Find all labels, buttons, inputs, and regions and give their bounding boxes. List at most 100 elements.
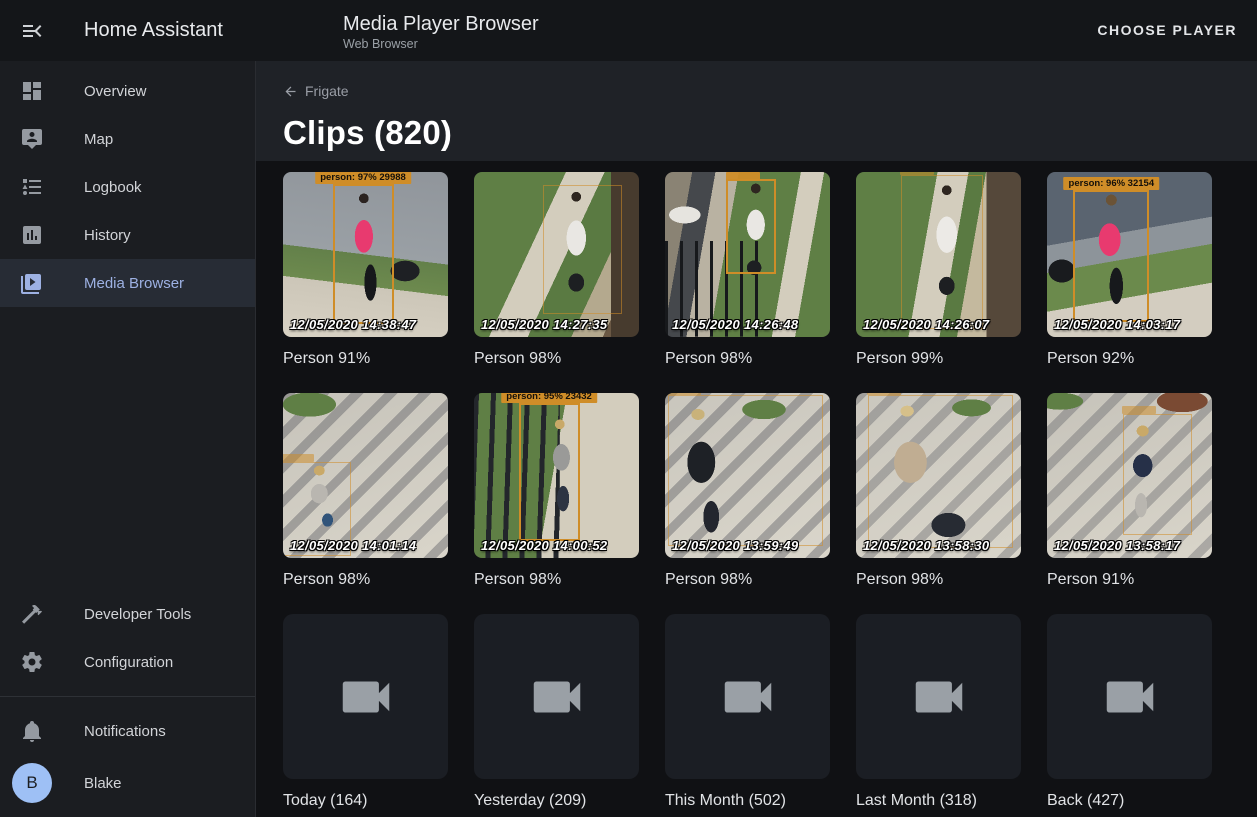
clips-grid: person: 97% 29988 12/05/2020 14:38:47 Pe…: [283, 172, 1212, 590]
topbar-left: Home Assistant: [0, 19, 256, 43]
folder-card-yesterday[interactable]: Yesterday (209): [474, 614, 639, 811]
clip-thumbnail: 12/05/2020 13:59:49: [665, 393, 830, 558]
clip-card[interactable]: 12/05/2020 13:59:49 Person 98%: [665, 393, 830, 590]
clip-card[interactable]: person: 96% 32154 12/05/2020 14:03:17 Pe…: [1047, 172, 1212, 369]
gear-icon: [20, 650, 44, 674]
bell-icon: [20, 719, 44, 743]
clip-timestamp: 12/05/2020 14:27:35: [481, 317, 607, 332]
folder-thumbnail: [665, 614, 830, 779]
hammer-icon: [20, 602, 44, 626]
sidebar-item-notifications[interactable]: Notifications: [0, 707, 255, 755]
clip-caption: Person 98%: [856, 570, 1021, 590]
clip-card[interactable]: 12/05/2020 13:58:30 Person 98%: [856, 393, 1021, 590]
video-icon: [526, 666, 588, 728]
sidebar-item-label: Configuration: [84, 654, 173, 671]
clip-thumbnail: 12/05/2020 14:27:35: [474, 172, 639, 337]
clip-timestamp: 12/05/2020 14:26:07: [863, 317, 989, 332]
main-content: Frigate Clips (820) person: 97% 29988 12…: [256, 61, 1257, 817]
detection-label-small: [867, 393, 901, 395]
sidebar-toggle-button[interactable]: [20, 19, 44, 43]
sidebar-item-label: Map: [84, 131, 113, 148]
arrow-left-icon: [283, 84, 298, 99]
clip-caption: Person 91%: [1047, 570, 1212, 590]
detection-label-small: [1122, 406, 1156, 414]
detection-label-small: [667, 393, 701, 395]
detection-bbox: [726, 179, 776, 275]
page-heading: Clips (820): [283, 114, 1229, 152]
sidebar-item-label: Media Browser: [84, 275, 184, 292]
detection-bbox: person: 95% 23432: [519, 403, 580, 542]
sidebar-spacer: [0, 307, 255, 590]
folder-card-today[interactable]: Today (164): [283, 614, 448, 811]
clip-card[interactable]: person: 97% 29988 12/05/2020 14:38:47 Pe…: [283, 172, 448, 369]
video-icon: [335, 666, 397, 728]
avatar: B: [12, 763, 52, 803]
clip-timestamp: 12/05/2020 14:38:47: [290, 317, 416, 332]
sidebar-item-label: Notifications: [84, 723, 166, 740]
detection-bbox: person: 96% 32154: [1073, 190, 1149, 322]
top-bar: Home Assistant Media Player Browser Web …: [0, 0, 1257, 61]
clip-caption: Person 91%: [283, 349, 448, 369]
folders-grid: Today (164) Yesterday (209) This Month (…: [283, 614, 1212, 811]
clip-timestamp: 12/05/2020 13:58:17: [1054, 538, 1180, 553]
sidebar-item-configuration[interactable]: Configuration: [0, 638, 255, 686]
play-box-multiple-icon: [20, 271, 44, 295]
sidebar-item-map[interactable]: Map: [0, 115, 255, 163]
sidebar: Overview Map Logbook History: [0, 61, 256, 817]
app-title: Home Assistant: [84, 19, 223, 42]
video-icon: [717, 666, 779, 728]
sidebar-item-history[interactable]: History: [0, 211, 255, 259]
folder-card-back[interactable]: Back (427): [1047, 614, 1212, 811]
sidebar-item-user[interactable]: B Blake: [0, 755, 255, 811]
topbar-right: CHOOSE PLAYER: [1097, 22, 1257, 40]
detection-bbox: [901, 175, 984, 328]
clip-timestamp: 12/05/2020 14:01:14: [290, 538, 416, 553]
clip-caption: Person 98%: [283, 570, 448, 590]
detection-bbox: [1123, 414, 1192, 534]
folder-card-this-month[interactable]: This Month (502): [665, 614, 830, 811]
content-header: Frigate Clips (820): [256, 61, 1257, 161]
breadcrumb-frigate[interactable]: Frigate: [283, 83, 349, 99]
folder-label: Yesterday (209): [474, 791, 639, 811]
clip-timestamp: 12/05/2020 14:00:52: [481, 538, 607, 553]
page-subtitle: Web Browser: [343, 36, 539, 52]
clip-thumbnail: 12/05/2020 14:01:14: [283, 393, 448, 558]
clip-thumbnail: 12/05/2020 14:26:48: [665, 172, 830, 337]
clip-thumbnail: person: 97% 29988 12/05/2020 14:38:47: [283, 172, 448, 337]
folder-card-last-month[interactable]: Last Month (318): [856, 614, 1021, 811]
clips-area: person: 97% 29988 12/05/2020 14:38:47 Pe…: [256, 161, 1257, 817]
detection-label: person: 97% 29988: [315, 172, 411, 184]
clip-thumbnail: person: 96% 32154 12/05/2020 14:03:17: [1047, 172, 1212, 337]
detection-label-small: [900, 172, 934, 175]
folder-thumbnail: [1047, 614, 1212, 779]
choose-player-button[interactable]: CHOOSE PLAYER: [1097, 22, 1237, 38]
person-tooltip-icon: [20, 127, 44, 151]
folder-thumbnail: [283, 614, 448, 779]
list-bulleted-icon: [20, 175, 44, 199]
clip-card[interactable]: 12/05/2020 14:01:14 Person 98%: [283, 393, 448, 590]
clip-timestamp: 12/05/2020 14:03:17: [1054, 317, 1180, 332]
sidebar-item-label: History: [84, 227, 131, 244]
folder-thumbnail: [474, 614, 639, 779]
folder-label: Back (427): [1047, 791, 1212, 811]
sidebar-item-media-browser[interactable]: Media Browser: [0, 259, 255, 307]
clip-card[interactable]: 12/05/2020 14:26:07 Person 99%: [856, 172, 1021, 369]
home-assistant-app: Home Assistant Media Player Browser Web …: [0, 0, 1257, 817]
clip-card[interactable]: 12/05/2020 14:27:35 Person 98%: [474, 172, 639, 369]
clip-card[interactable]: 12/05/2020 14:26:48 Person 98%: [665, 172, 830, 369]
user-name: Blake: [84, 775, 122, 792]
clip-card[interactable]: person: 95% 23432 12/05/2020 14:00:52 Pe…: [474, 393, 639, 590]
menu-open-icon: [20, 19, 44, 43]
sidebar-item-label: Logbook: [84, 179, 142, 196]
clip-timestamp: 12/05/2020 13:59:49: [672, 538, 798, 553]
sidebar-item-overview[interactable]: Overview: [0, 67, 255, 115]
folder-label: Today (164): [283, 791, 448, 811]
breadcrumb-label: Frigate: [305, 83, 349, 99]
clip-caption: Person 92%: [1047, 349, 1212, 369]
clip-thumbnail: 12/05/2020 13:58:30: [856, 393, 1021, 558]
clip-card[interactable]: 12/05/2020 13:58:17 Person 91%: [1047, 393, 1212, 590]
sidebar-item-developer-tools[interactable]: Developer Tools: [0, 590, 255, 638]
sidebar-item-logbook[interactable]: Logbook: [0, 163, 255, 211]
chart-box-icon: [20, 223, 44, 247]
detection-bbox: [868, 395, 1013, 548]
